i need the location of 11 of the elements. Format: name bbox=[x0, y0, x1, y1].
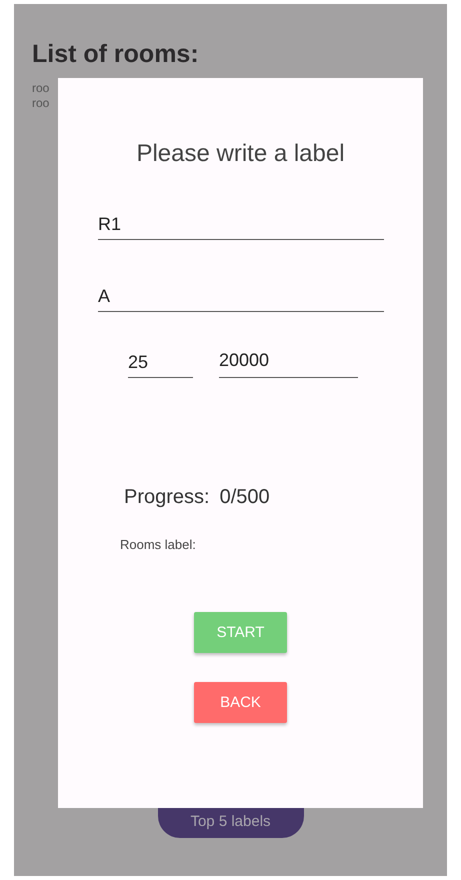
rooms-label: Rooms label: bbox=[120, 537, 196, 552]
input-field[interactable]: R1 bbox=[98, 214, 384, 240]
input-field[interactable]: 20000 bbox=[219, 348, 358, 378]
screen-title: List of rooms: bbox=[32, 40, 199, 69]
input-field[interactable]: A bbox=[98, 286, 384, 312]
progress-value: 0/500 bbox=[220, 486, 270, 509]
dialog-title: Please write a label bbox=[135, 140, 346, 168]
input-field[interactable]: 25 bbox=[128, 352, 193, 378]
progress-label: Progress: bbox=[124, 486, 210, 509]
room-item: roo bbox=[32, 96, 50, 111]
room-item: roo bbox=[32, 81, 50, 96]
